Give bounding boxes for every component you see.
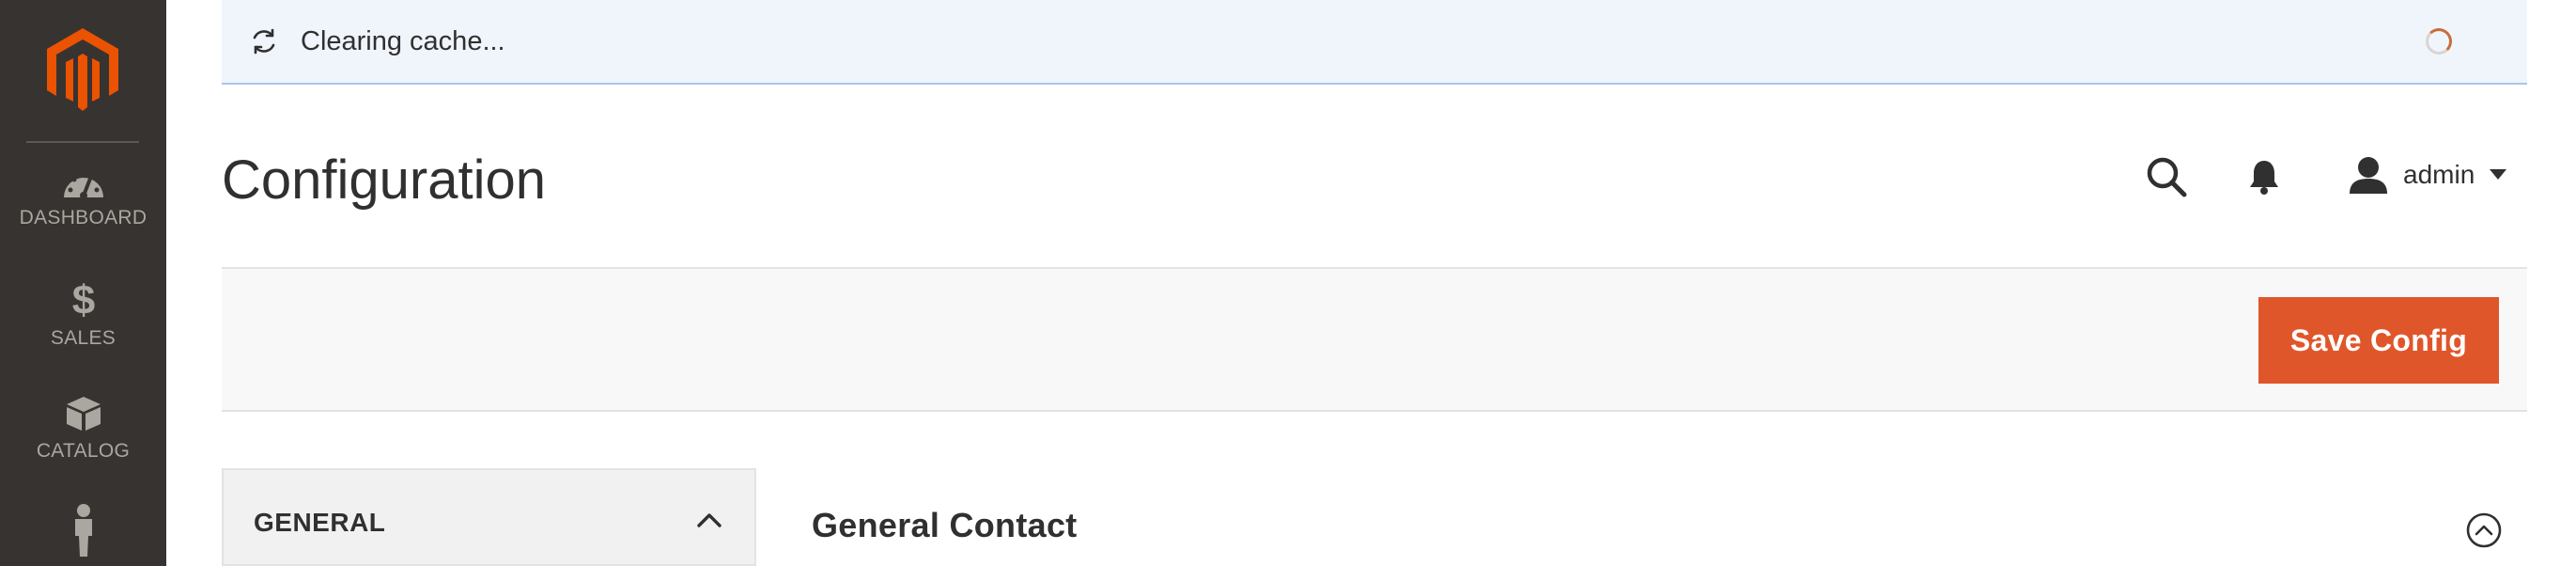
magento-logo-icon[interactable] xyxy=(47,28,118,111)
sidebar-item-label: DASHBOARD xyxy=(19,207,147,228)
dollar-icon: $ xyxy=(71,278,94,320)
message-text: Clearing cache... xyxy=(301,26,505,56)
sidebar-divider xyxy=(26,141,139,143)
section-title[interactable]: General Contact xyxy=(812,506,1078,545)
bell-icon[interactable] xyxy=(2247,158,2281,196)
system-message-bar: Clearing cache... xyxy=(222,0,2527,85)
user-avatar-icon[interactable] xyxy=(2349,156,2388,194)
search-icon[interactable] xyxy=(2146,156,2187,197)
box-icon xyxy=(66,397,101,431)
sidebar-item-dashboard[interactable]: DASHBOARD xyxy=(0,167,166,229)
loading-spinner-icon xyxy=(2426,28,2452,55)
caret-down-icon[interactable] xyxy=(2490,169,2506,180)
dashboard-gauge-icon xyxy=(63,172,103,199)
page-actions-toolbar: Save Config xyxy=(222,267,2527,412)
admin-sidebar: DASHBOARD $ SALES CATALOG xyxy=(0,0,166,566)
chevron-up-icon xyxy=(697,513,722,527)
config-tab-group-general[interactable]: GENERAL xyxy=(222,468,756,566)
page-title: Configuration xyxy=(222,149,546,211)
refresh-icon xyxy=(253,28,275,55)
tab-group-title: GENERAL xyxy=(254,508,386,537)
sidebar-item-sales[interactable]: $ SALES xyxy=(0,278,166,350)
svg-text:$: $ xyxy=(71,278,94,320)
customer-person-icon xyxy=(74,504,92,557)
sidebar-item-catalog[interactable]: CATALOG xyxy=(0,395,166,463)
sidebar-item-label: SALES xyxy=(50,327,116,349)
user-menu-name[interactable]: admin xyxy=(2403,160,2475,190)
sidebar-item-label: CATALOG xyxy=(36,440,131,462)
sidebar-item-customers[interactable] xyxy=(0,504,166,557)
save-config-button[interactable]: Save Config xyxy=(2258,297,2499,384)
collapse-circle-chevron-icon[interactable] xyxy=(2465,511,2503,549)
